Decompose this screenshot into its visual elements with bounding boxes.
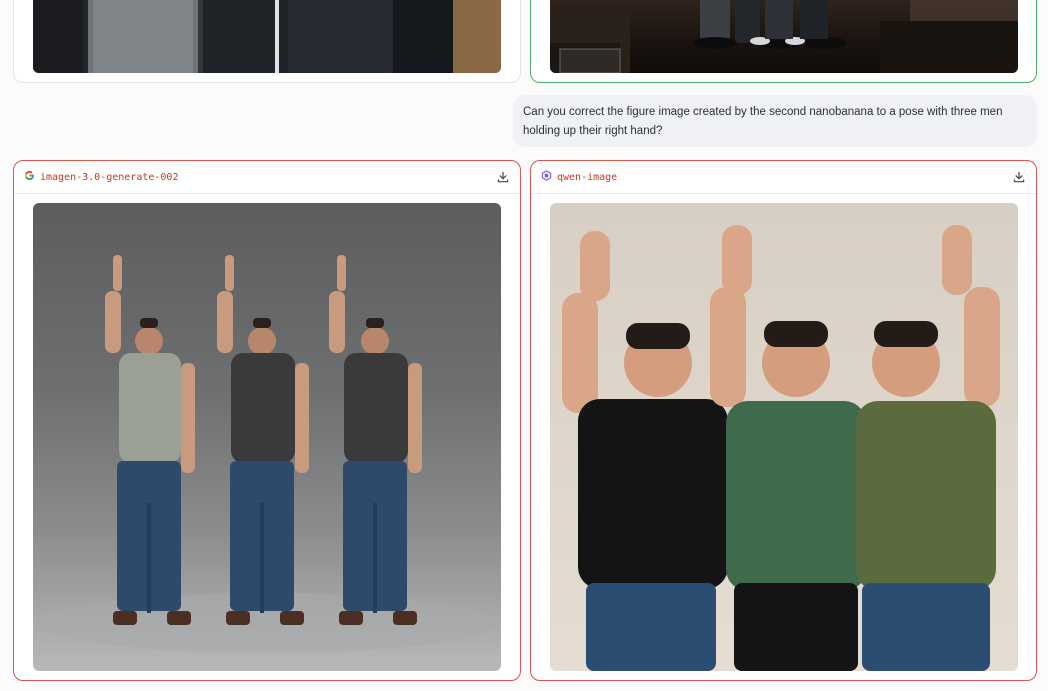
previous-response-card-left — [13, 0, 521, 83]
response-header: imagen-3.0-generate-002 — [14, 161, 520, 194]
generated-image[interactable] — [33, 0, 501, 73]
download-icon[interactable] — [1012, 170, 1026, 184]
figure-2 — [217, 255, 309, 625]
response-header: qwen-image — [531, 161, 1036, 194]
google-icon — [24, 168, 35, 186]
generated-image[interactable] — [550, 203, 1018, 671]
user-message-bubble: Can you correct the figure image created… — [513, 95, 1037, 147]
person-2 — [710, 225, 866, 671]
figure-1 — [105, 255, 195, 625]
response-card-left: imagen-3.0-generate-002 — [13, 160, 521, 681]
figure-3 — [329, 255, 422, 625]
generated-image[interactable] — [550, 0, 1018, 73]
model-name: imagen-3.0-generate-002 — [40, 171, 179, 183]
model-name: qwen-image — [557, 171, 618, 183]
qwen-icon — [541, 168, 552, 186]
user-message-text: Can you correct the figure image created… — [523, 106, 1003, 137]
person-3 — [856, 225, 1000, 671]
download-icon[interactable] — [496, 170, 510, 184]
person-1 — [562, 231, 728, 671]
previous-response-card-right — [530, 0, 1037, 83]
response-card-right: qwen-image — [530, 160, 1037, 681]
generated-image[interactable] — [33, 203, 501, 671]
